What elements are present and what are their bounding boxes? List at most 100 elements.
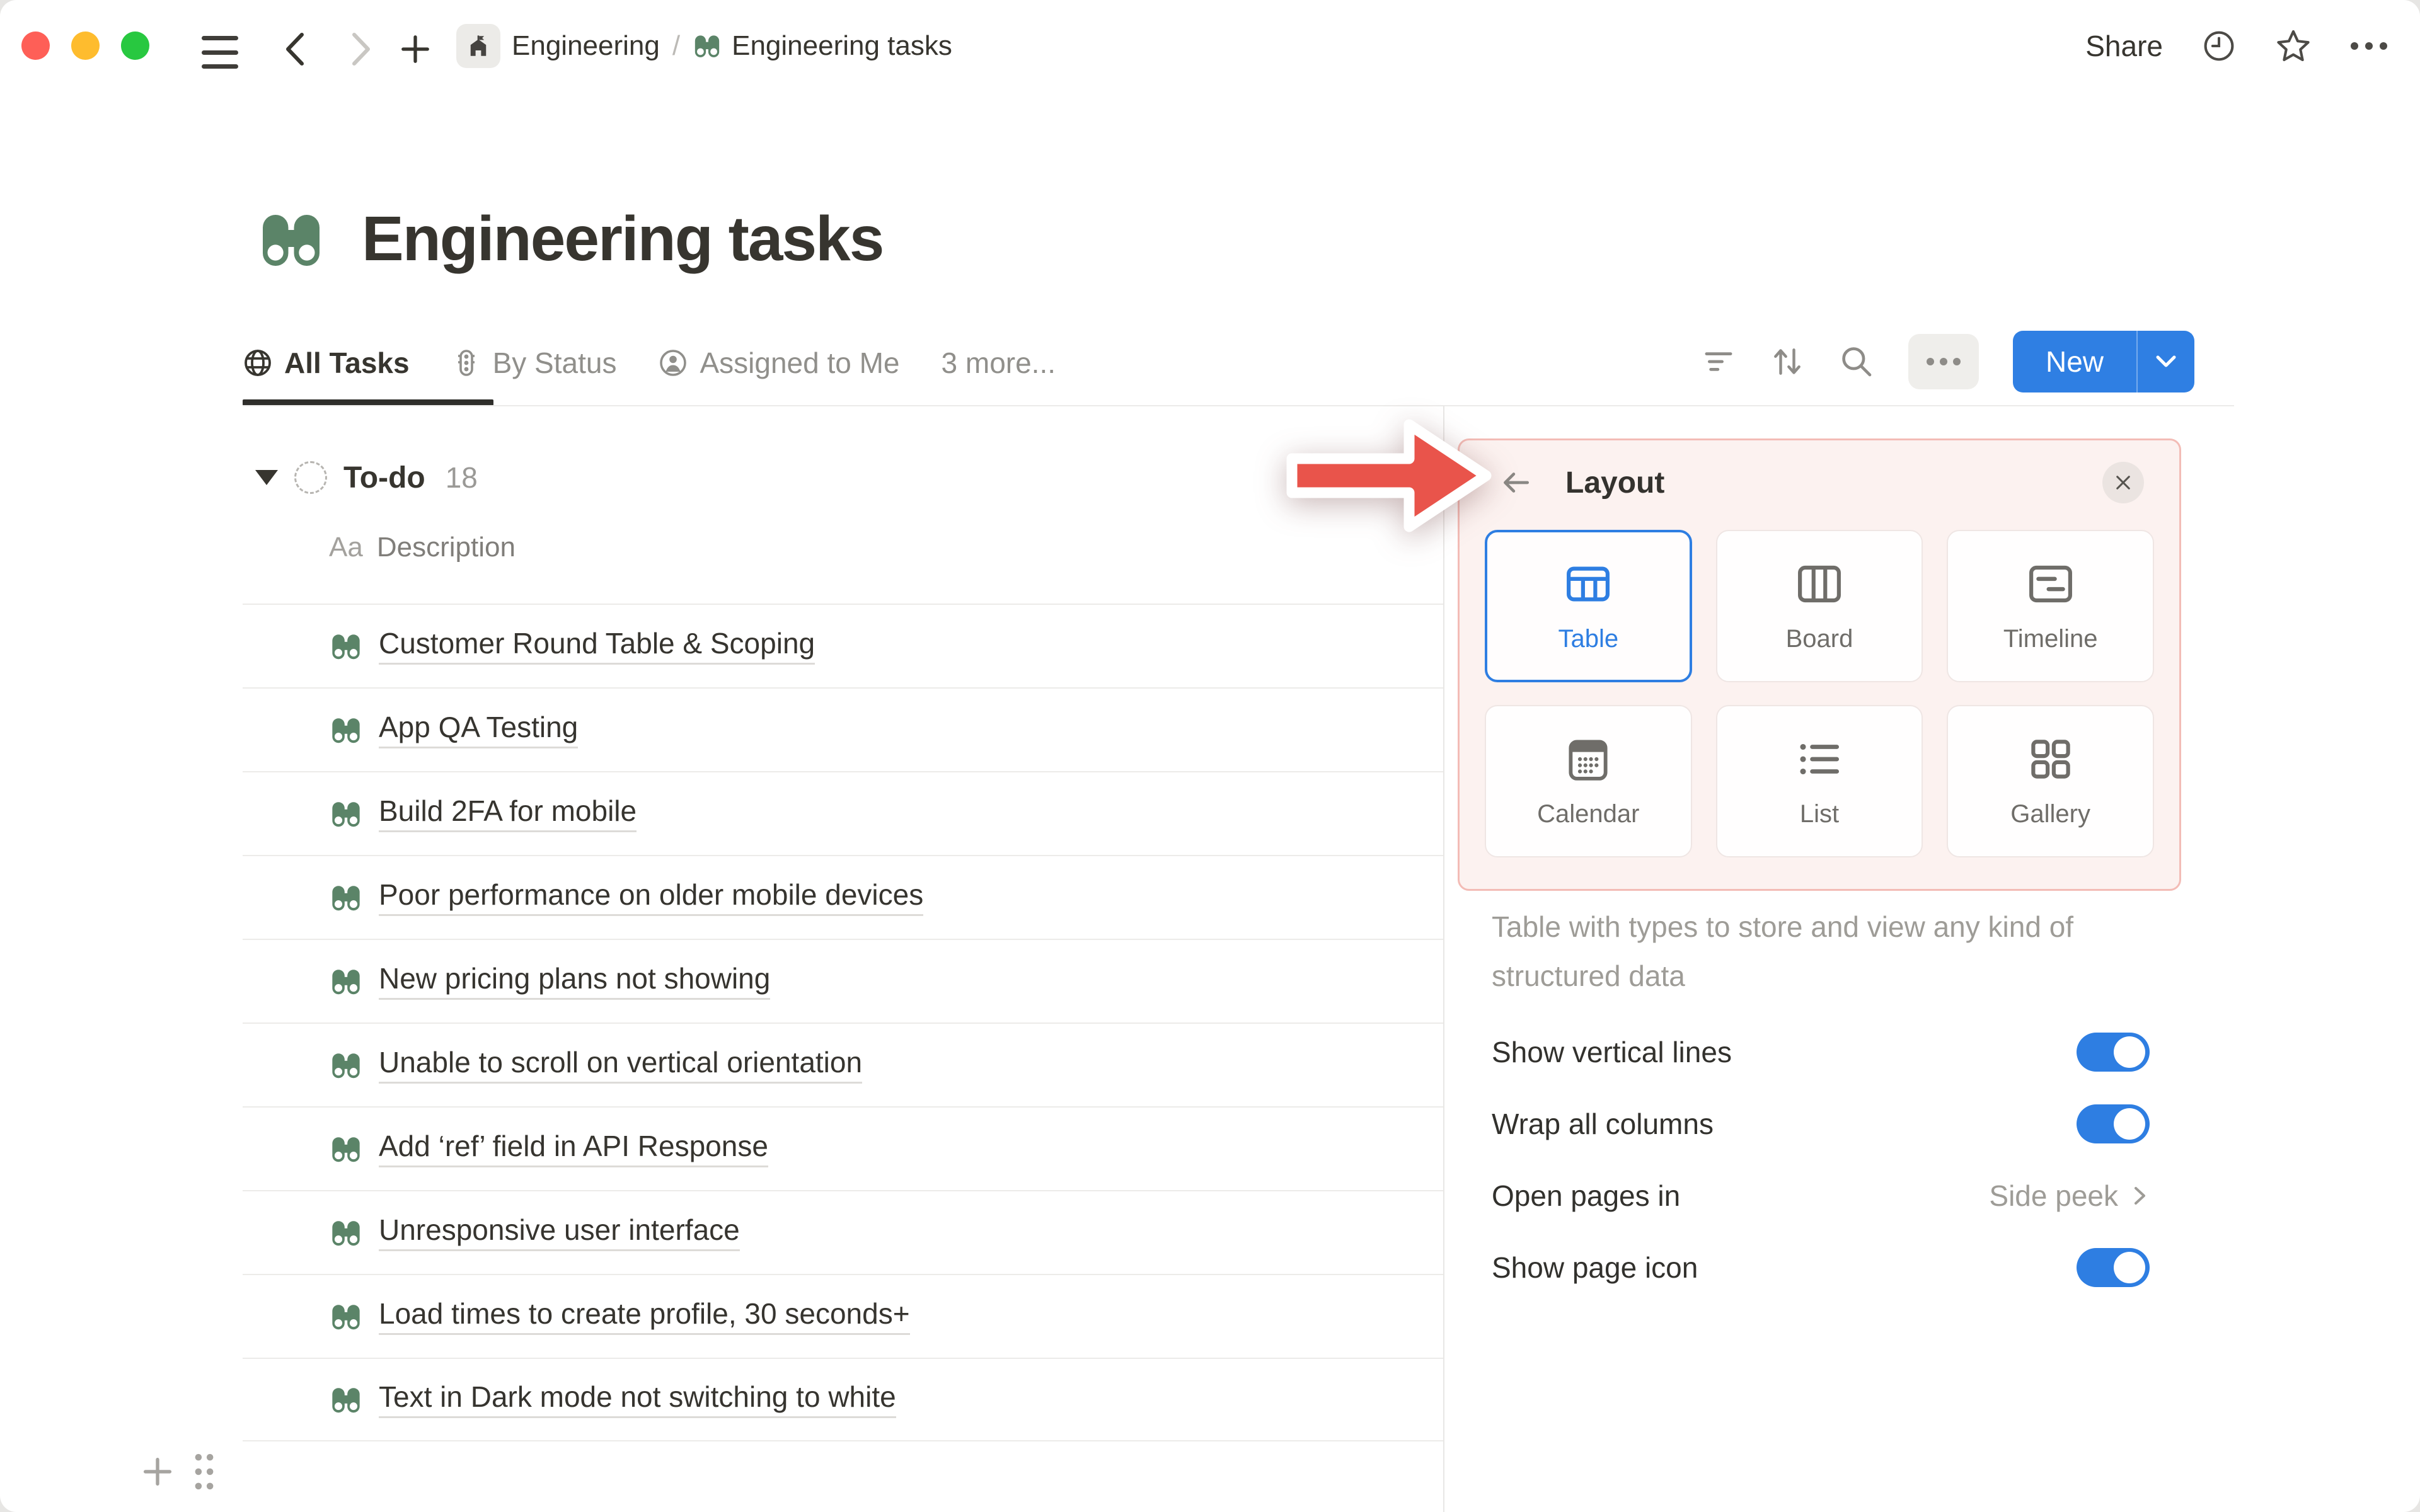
drag-handle-icon[interactable] [192, 1452, 217, 1492]
toggle-show-page-icon[interactable] [2077, 1248, 2150, 1287]
tab-all-tasks[interactable]: All Tasks [243, 346, 410, 380]
layout-option-calendar[interactable]: Calendar [1485, 705, 1692, 857]
page-link[interactable]: Unresponsive user interface [379, 1214, 740, 1252]
table-row[interactable]: Add ‘ref’ field in API Response [243, 1106, 1444, 1190]
table-row[interactable]: Build 2FA for mobile [243, 771, 1444, 855]
annotation-arrow-icon [1286, 419, 1492, 532]
row-binoculars-icon [330, 1300, 362, 1333]
page-link[interactable]: Unable to scroll on vertical orientation [379, 1046, 863, 1084]
layout-option-board[interactable]: Board [1715, 530, 1923, 682]
filter-icon[interactable] [1702, 345, 1736, 379]
row-binoculars-icon [330, 881, 362, 914]
new-button[interactable]: New [2013, 331, 2194, 392]
history-clock-icon[interactable] [2202, 29, 2236, 63]
table-row[interactable]: Load times to create profile, 30 seconds… [243, 1274, 1444, 1358]
sidebar-menu-icon[interactable] [202, 36, 238, 69]
calendar-icon [1564, 735, 1613, 784]
teamspace-building-icon[interactable] [456, 24, 500, 68]
layout-option-list[interactable]: List [1715, 705, 1923, 857]
side-panel-divider [1443, 406, 1444, 1512]
table-row[interactable]: Poor performance on older mobile devices [243, 855, 1444, 939]
close-window-button[interactable] [21, 32, 50, 60]
tab-more-views[interactable]: 3 more... [942, 346, 1056, 380]
page-link[interactable]: App QA Testing [379, 711, 579, 749]
row-binoculars-icon [330, 1383, 362, 1416]
sort-icon[interactable] [1770, 344, 1805, 379]
app-window: Engineering / Engineering tasks Share En… [0, 0, 2420, 1512]
layout-description: Table with types to store and view any k… [1492, 910, 2074, 992]
setting-open-pages-in: Open pages in Side peek [1492, 1176, 2150, 1216]
tab-by-status[interactable]: By Status [451, 346, 616, 380]
search-icon[interactable] [1839, 344, 1874, 379]
back-arrow-icon[interactable] [1499, 466, 1533, 500]
tabs-divider [243, 405, 2234, 406]
close-icon[interactable] [2102, 462, 2144, 503]
zoom-window-button[interactable] [121, 32, 149, 60]
layout-option-table[interactable]: Table [1485, 530, 1692, 682]
setting-show-vertical-lines: Show vertical lines [1492, 1032, 2150, 1072]
group-name[interactable]: To-do [343, 461, 425, 495]
new-tab-plus-icon[interactable] [400, 29, 431, 69]
board-icon [1795, 559, 1844, 609]
table-row[interactable]: Text in Dark mode not switching to white [243, 1358, 1444, 1441]
page-link[interactable]: Customer Round Table & Scoping [379, 627, 815, 665]
setting-show-page-icon: Show page icon [1492, 1247, 2150, 1288]
nav-forward-icon[interactable] [345, 29, 377, 69]
text-type-icon: Aa [329, 532, 363, 563]
panel-title: Layout [1565, 466, 1665, 500]
tab-assigned-to-me[interactable]: Assigned to Me [658, 346, 900, 380]
page-title: Engineering tasks [362, 203, 884, 274]
table-row[interactable]: App QA Testing [243, 687, 1444, 771]
page-binoculars-icon[interactable] [257, 205, 325, 273]
person-circle-icon [658, 348, 688, 378]
breadcrumb-teamspace[interactable]: Engineering [512, 30, 660, 62]
row-binoculars-icon [330, 1133, 362, 1166]
collapse-triangle-icon[interactable] [255, 470, 278, 485]
layout-options-grid: Table Board Timeline Calendar List Galle… [1485, 530, 2154, 857]
globe-icon [243, 348, 273, 378]
breadcrumb-separator: / [672, 30, 681, 61]
toggle-show-vertical-lines[interactable] [2077, 1033, 2150, 1072]
table-row[interactable]: New pricing plans not showing [243, 939, 1444, 1022]
page-link[interactable]: Load times to create profile, 30 seconds… [379, 1298, 910, 1336]
view-more-options-button[interactable] [1908, 334, 1979, 389]
breadcrumb: Engineering / Engineering tasks [512, 24, 952, 68]
page-link[interactable]: Poor performance on older mobile devices [379, 879, 924, 917]
minimize-window-button[interactable] [71, 32, 100, 60]
toggle-wrap-all-columns[interactable] [2077, 1104, 2150, 1143]
more-options-icon[interactable] [2351, 42, 2387, 50]
share-button[interactable]: Share [2085, 29, 2163, 63]
chevron-right-icon [2135, 1187, 2145, 1205]
window-controls [21, 32, 149, 60]
table-icon [1564, 559, 1613, 609]
favorite-star-icon[interactable] [2275, 28, 2312, 64]
status-light-icon [451, 348, 481, 378]
page-link[interactable]: Add ‘ref’ field in API Response [379, 1130, 768, 1168]
page-link[interactable]: New pricing plans not showing [379, 963, 771, 1000]
block-handles [140, 1452, 217, 1492]
chevron-down-icon[interactable] [2138, 331, 2194, 392]
task-table: Customer Round Table & Scoping App QA Te… [243, 604, 1444, 1441]
row-binoculars-icon [330, 965, 362, 998]
column-name: Description [376, 532, 516, 563]
open-pages-in-value[interactable]: Side peek [1989, 1179, 2150, 1213]
table-row[interactable]: Unresponsive user interface [243, 1190, 1444, 1274]
layout-option-gallery[interactable]: Gallery [1947, 705, 2154, 857]
breadcrumb-page[interactable]: Engineering tasks [732, 30, 952, 62]
topbar-actions: Share [2085, 24, 2387, 68]
row-binoculars-icon [330, 1049, 362, 1082]
layout-settings: Show vertical lines Wrap all columns Ope… [1492, 1032, 2150, 1288]
timeline-icon [2026, 559, 2075, 609]
page-link[interactable]: Build 2FA for mobile [379, 795, 637, 833]
nav-back-icon[interactable] [279, 29, 311, 69]
layout-option-timeline[interactable]: Timeline [1947, 530, 2154, 682]
add-block-plus-icon[interactable] [140, 1454, 175, 1489]
group-header-todo: To-do 18 [255, 452, 478, 503]
table-row[interactable]: Customer Round Table & Scoping [243, 604, 1444, 687]
list-icon [1795, 735, 1844, 784]
table-column-header[interactable]: Aa Description [329, 532, 516, 563]
row-binoculars-icon [330, 798, 362, 830]
table-row[interactable]: Unable to scroll on vertical orientation [243, 1022, 1444, 1106]
page-link[interactable]: Text in Dark mode not switching to white [379, 1381, 896, 1419]
row-binoculars-icon [330, 714, 362, 747]
